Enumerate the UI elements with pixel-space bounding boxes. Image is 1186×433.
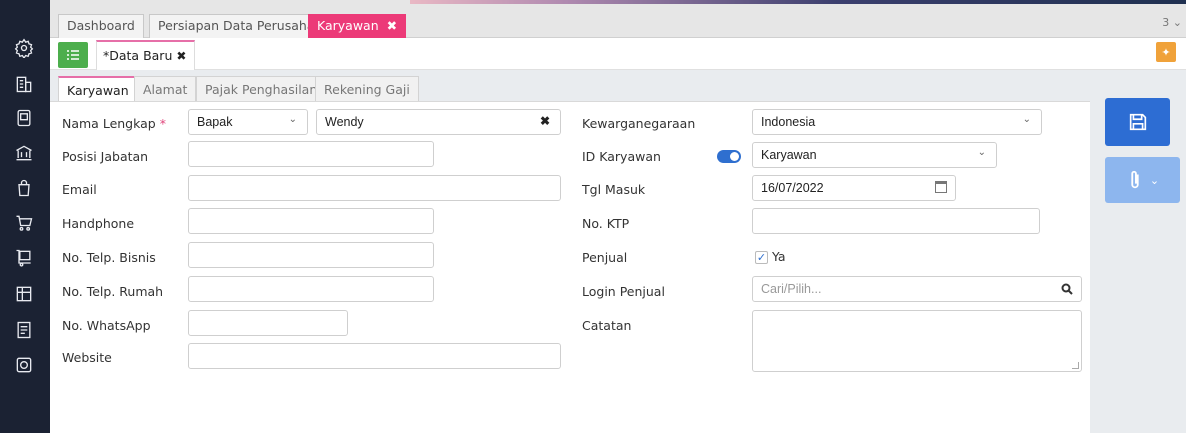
subtab-alamat[interactable]: Alamat xyxy=(134,76,197,102)
id-karyawan-value: Karyawan xyxy=(761,148,817,162)
document-list-icon[interactable] xyxy=(12,318,36,342)
website-label: Website xyxy=(62,350,112,365)
required-mark: * xyxy=(159,116,166,131)
tab-count-dropdown[interactable]: 3 ⌄ xyxy=(1162,16,1182,29)
document-tab-bar: *Data Baru ✖ ✦ xyxy=(50,38,1186,70)
kewarganegaraan-select[interactable]: Indonesia ⌄ xyxy=(752,109,1042,135)
penjual-checkbox-label: Ya xyxy=(772,249,786,264)
tab-label: Karyawan xyxy=(317,18,379,33)
tgl-masuk-input[interactable]: 16/07/2022 xyxy=(752,175,956,201)
salutation-value: Bapak xyxy=(197,115,233,129)
telp-bisnis-input[interactable] xyxy=(188,242,434,268)
save-disk-icon xyxy=(1129,113,1146,131)
whatsapp-input[interactable] xyxy=(188,310,348,336)
website-input[interactable] xyxy=(188,343,561,369)
bank-icon[interactable] xyxy=(12,141,36,165)
device-icon[interactable] xyxy=(12,106,36,130)
purchase-bag-icon[interactable] xyxy=(12,176,36,200)
tab-label: *Data Baru xyxy=(103,48,173,63)
telp-rumah-label: No. Telp. Rumah xyxy=(62,284,164,299)
posisi-jabatan-input[interactable] xyxy=(188,141,434,167)
close-icon[interactable]: ✖ xyxy=(176,49,186,63)
label-text: Nama Lengkap xyxy=(62,116,156,131)
search-icon[interactable] xyxy=(1061,283,1073,295)
kewarganegaraan-label: Kewarganegaraan xyxy=(582,116,696,131)
subtab-pajak-penghasilan[interactable]: Pajak Penghasilan xyxy=(196,76,327,102)
tgl-masuk-label: Tgl Masuk xyxy=(582,182,646,197)
employee-form: Nama Lengkap * Bapak ⌄ Wendy ✖ Posisi Jaba… xyxy=(50,101,1090,433)
subtab-karyawan[interactable]: Karyawan xyxy=(58,76,138,103)
tgl-masuk-value: 16/07/2022 xyxy=(761,181,824,195)
login-penjual-label: Login Penjual xyxy=(582,284,665,299)
tab-dashboard[interactable]: Dashboard xyxy=(58,14,144,38)
id-karyawan-toggle[interactable] xyxy=(717,150,741,163)
name-value: Wendy xyxy=(325,115,364,129)
calendar-icon[interactable] xyxy=(935,181,947,193)
lightbulb-icon: ✦ xyxy=(1161,45,1171,59)
list-view-button[interactable] xyxy=(58,42,88,68)
login-penjual-search[interactable]: Cari/Pilih... xyxy=(752,276,1082,302)
id-karyawan-select[interactable]: Karyawan ⌄ xyxy=(752,142,997,168)
tab-label: Persiapan Data Perusahaan xyxy=(158,18,331,33)
email-label: Email xyxy=(62,182,97,197)
placeholder-text: Cari/Pilih... xyxy=(761,282,822,296)
penjual-checkbox[interactable]: ✓ xyxy=(755,251,768,264)
telp-rumah-input[interactable] xyxy=(188,276,434,302)
chevron-down-icon: ⌄ xyxy=(977,147,986,158)
id-karyawan-label: ID Karyawan xyxy=(582,149,661,164)
clear-icon[interactable]: ✖ xyxy=(540,114,550,128)
chevron-down-icon: ⌄ xyxy=(288,114,297,125)
header-decoration xyxy=(410,0,1186,4)
close-icon[interactable]: ✖ xyxy=(387,18,397,33)
chevron-down-icon: ⌄ xyxy=(1022,114,1031,125)
paperclip-icon xyxy=(1131,170,1139,189)
nama-lengkap-label: Nama Lengkap * xyxy=(62,116,166,131)
dashboard-chart-icon[interactable] xyxy=(12,353,36,377)
ktp-label: No. KTP xyxy=(582,216,630,231)
attachment-button[interactable]: ⌄ xyxy=(1105,157,1180,203)
posisi-jabatan-label: Posisi Jabatan xyxy=(62,149,149,164)
handphone-input[interactable] xyxy=(188,208,434,234)
salutation-select[interactable]: Bapak ⌄ xyxy=(188,109,308,135)
email-input[interactable] xyxy=(188,175,561,201)
save-button[interactable] xyxy=(1105,98,1170,146)
report-grid-icon[interactable] xyxy=(12,282,36,306)
inventory-cart-icon[interactable] xyxy=(12,246,36,270)
list-icon xyxy=(67,50,79,60)
tab-label: Dashboard xyxy=(67,18,135,33)
telp-bisnis-label: No. Telp. Bisnis xyxy=(62,250,156,265)
left-sidebar xyxy=(0,0,50,433)
catatan-textarea[interactable] xyxy=(752,310,1082,372)
company-building-icon[interactable] xyxy=(12,72,36,96)
ktp-input[interactable] xyxy=(752,208,1040,234)
catatan-label: Catatan xyxy=(582,318,632,333)
settings-gear-icon[interactable] xyxy=(12,36,36,60)
top-tab-bar: Dashboard Persiapan Data Perusahaan Kary… xyxy=(50,0,1186,38)
kewarganegaraan-value: Indonesia xyxy=(761,115,816,129)
tab-data-baru[interactable]: *Data Baru ✖ xyxy=(96,40,196,70)
name-input[interactable]: Wendy ✖ xyxy=(316,109,561,135)
cart-icon[interactable] xyxy=(12,211,36,235)
whatsapp-label: No. WhatsApp xyxy=(62,318,151,333)
tips-bulb-button[interactable]: ✦ xyxy=(1156,42,1176,62)
subtab-rekening-gaji[interactable]: Rekening Gaji xyxy=(315,76,419,102)
chevron-down-icon: ⌄ xyxy=(1149,173,1160,187)
handphone-label: Handphone xyxy=(62,216,135,231)
tab-karyawan[interactable]: Karyawan ✖ xyxy=(308,14,407,38)
penjual-label: Penjual xyxy=(582,250,628,265)
